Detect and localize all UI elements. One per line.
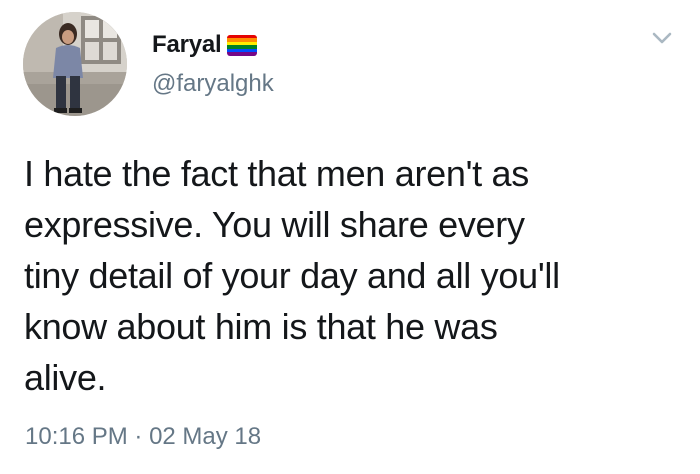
avatar[interactable]: [23, 12, 127, 116]
flag-stripe: [226, 52, 257, 56]
tweet-text-line: alive.: [24, 357, 107, 398]
user-handle[interactable]: @faryalghk: [152, 70, 274, 98]
tweet-text-line: I hate the fact that men aren't as: [24, 153, 529, 194]
tweet-card: Faryal @faryalghk I hate the fact that m…: [0, 0, 700, 474]
tweet-time: 10:16 PM: [25, 423, 128, 450]
tweet-text-line: know about him is that he was: [24, 306, 498, 347]
display-name[interactable]: Faryal: [152, 31, 222, 59]
tweet-text-line: tiny detail of your day and all you'll: [24, 255, 560, 296]
tweet-text-line: expressive. You will share every: [24, 204, 525, 245]
tweet-text: I hate the fact that men aren't as expre…: [24, 148, 674, 403]
timestamp-separator: ·: [127, 423, 150, 450]
timestamp[interactable]: 10:16 PM · 02 May 18: [25, 423, 261, 451]
author-name-row: Faryal: [152, 30, 257, 60]
profile-photo-avatar: [23, 12, 127, 116]
rainbow-flag-icon: [226, 34, 257, 56]
tweet-date: 02 May 18: [149, 423, 262, 450]
chevron-down-icon[interactable]: [650, 28, 674, 48]
